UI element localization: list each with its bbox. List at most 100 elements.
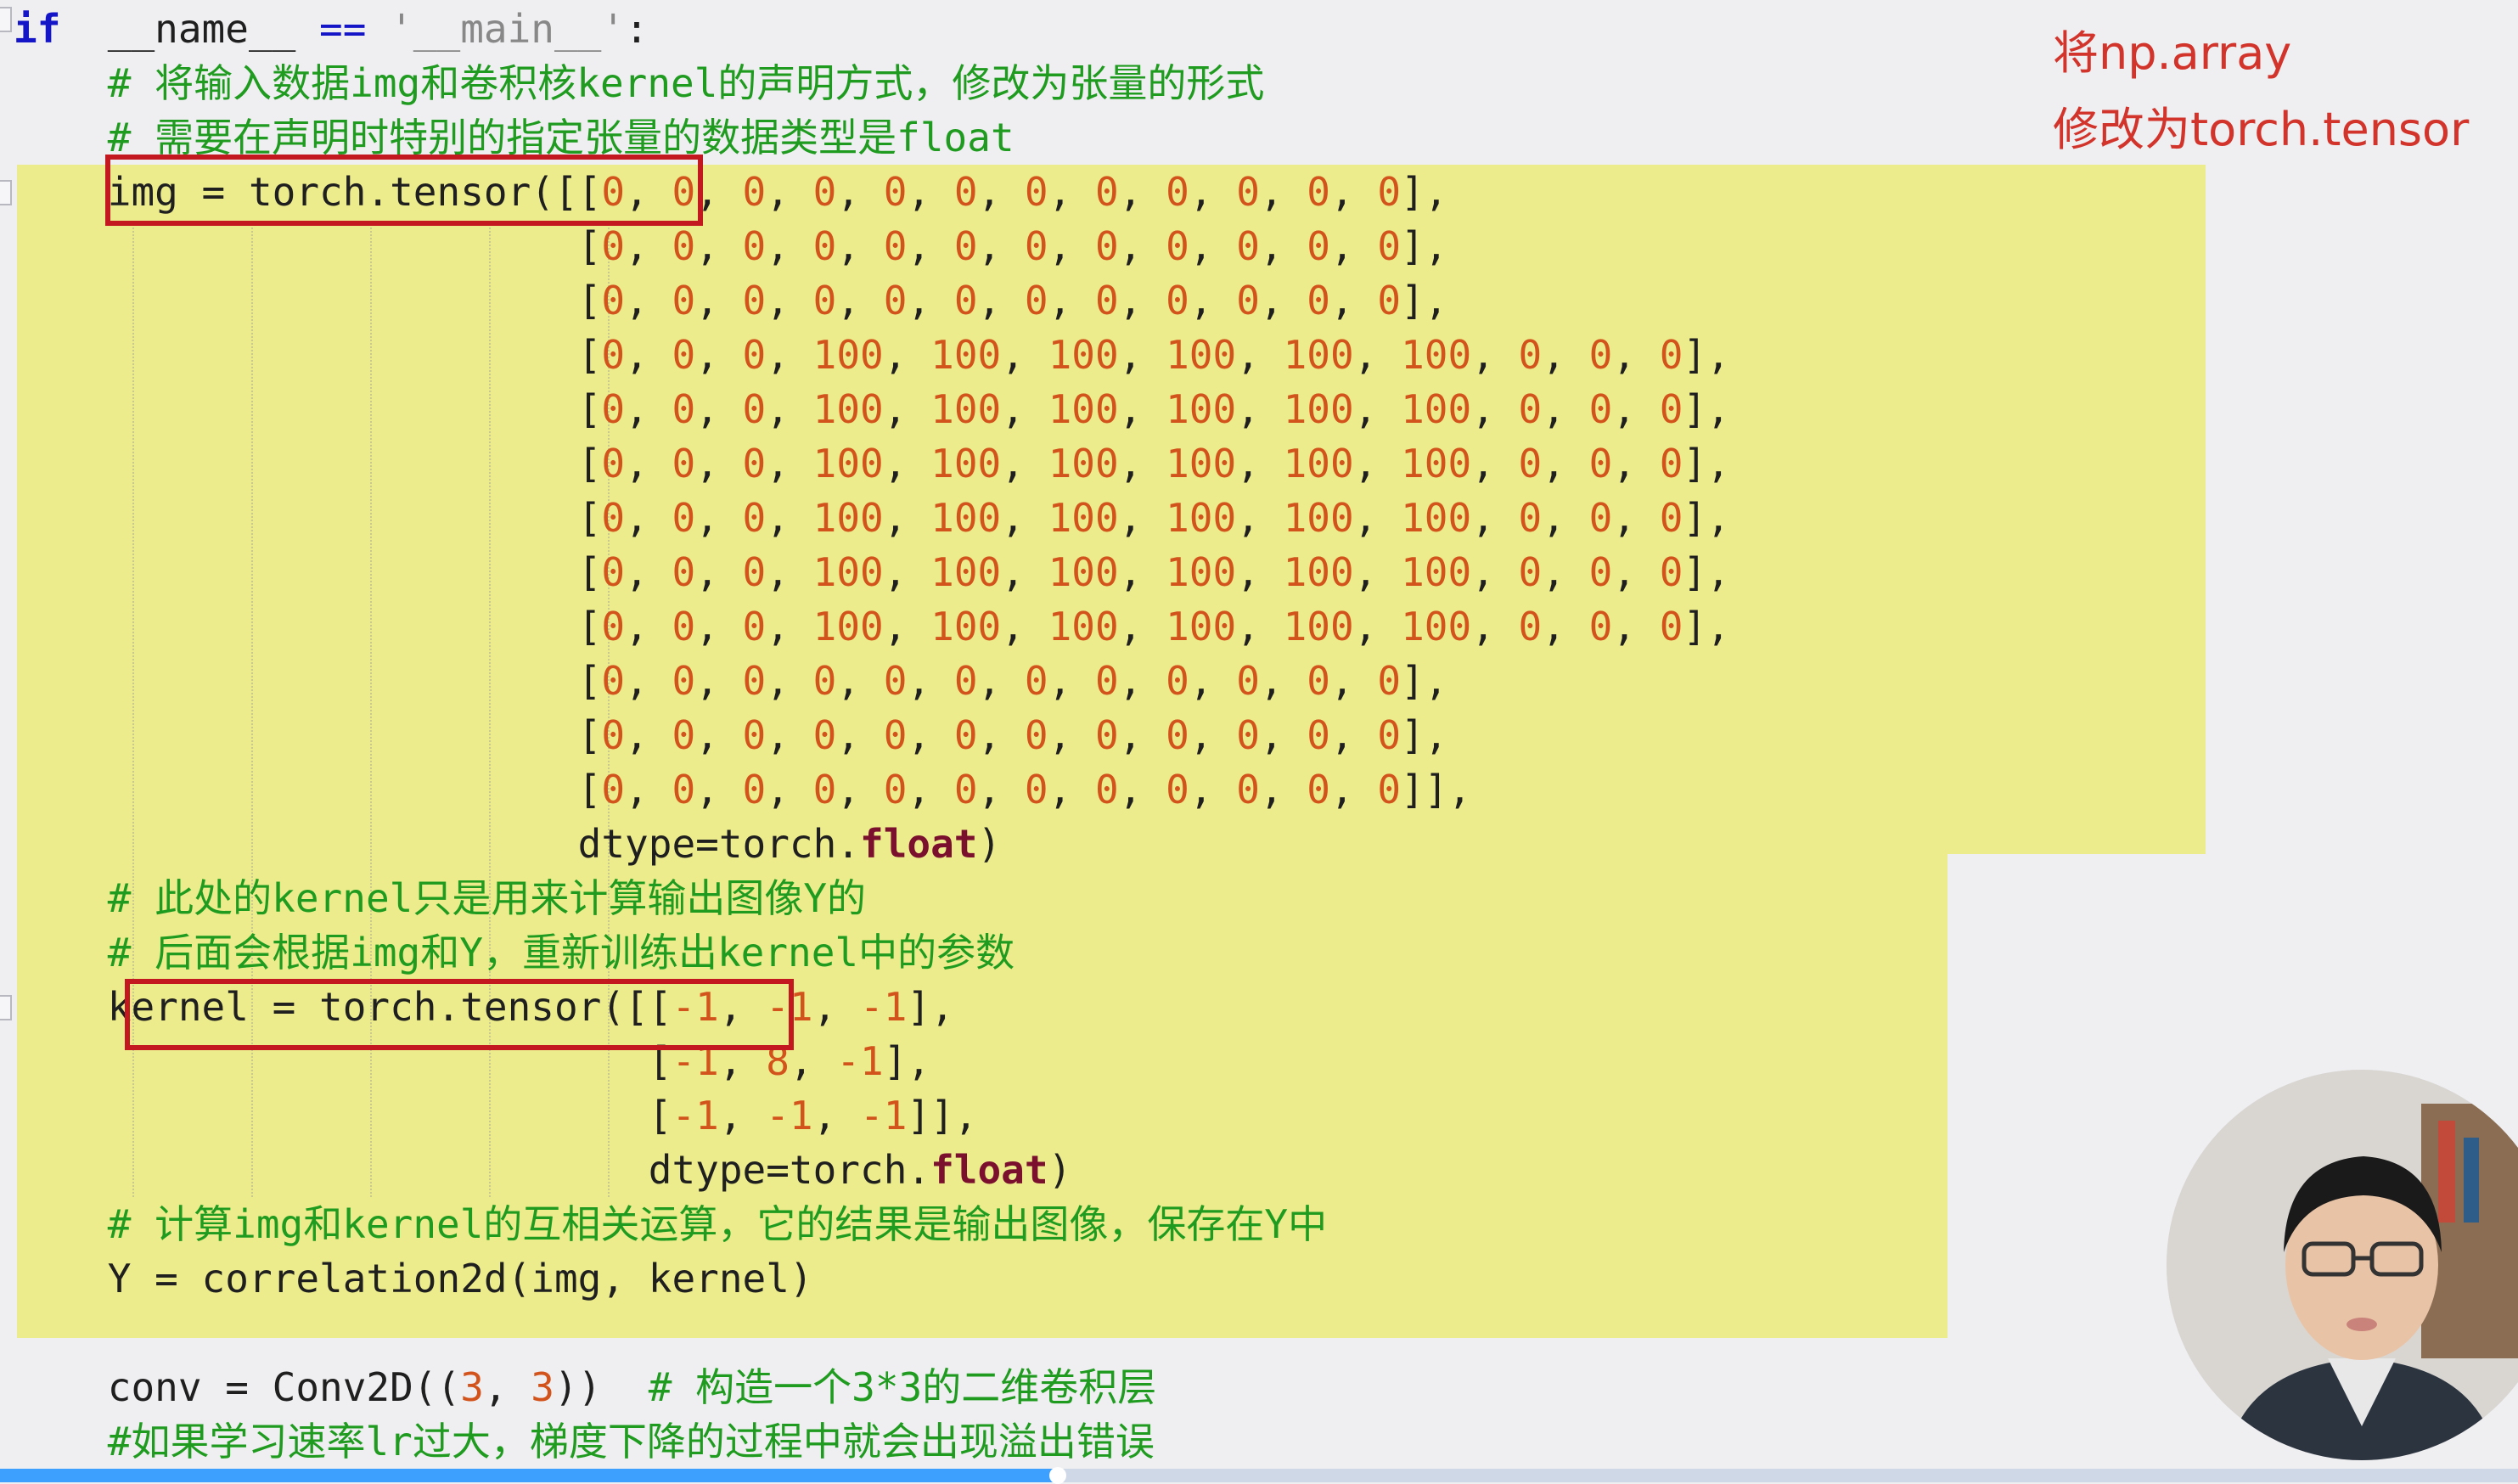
code-line[interactable]: if __name__ == '__main__':: [14, 2, 649, 56]
code-token: 100: [1166, 604, 1237, 649]
code-token: 0: [883, 712, 908, 758]
code-token: 0: [1236, 767, 1260, 812]
code-line[interactable]: [0, 0, 0, 100, 100, 100, 100, 100, 100, …: [14, 436, 1730, 491]
code-token: ,: [1542, 604, 1589, 649]
code-token: ,: [907, 767, 954, 812]
code-line[interactable]: [0, 0, 0, 0, 0, 0, 0, 0, 0, 0, 0, 0],: [14, 219, 1448, 273]
code-token: 0: [742, 549, 767, 595]
code-token: ,: [1471, 495, 1519, 541]
code-line[interactable]: [0, 0, 0, 0, 0, 0, 0, 0, 0, 0, 0, 0]],: [14, 762, 1472, 817]
code-line[interactable]: [0, 0, 0, 100, 100, 100, 100, 100, 100, …: [14, 491, 1730, 545]
code-token: ,: [1001, 495, 1048, 541]
code-token: 0: [953, 712, 978, 758]
code-token: 100: [1283, 441, 1354, 486]
code-token: [: [14, 712, 602, 758]
code-token: ,: [907, 278, 954, 323]
code-token: 0: [1307, 223, 1330, 269]
code-token: 0: [601, 332, 626, 378]
code-line[interactable]: # 计算img和kernel的互相关运算，它的结果是输出图像，保存在Y中: [14, 1197, 1327, 1251]
code-token: 0: [1166, 658, 1189, 704]
fold-marker[interactable]: [0, 180, 12, 205]
code-token: ],: [1683, 549, 1730, 595]
code-token: Y = correlation2d(img, kernel): [14, 1256, 813, 1301]
code-token: '__main__': [366, 6, 626, 52]
code-line[interactable]: # 后面会根据img和Y，重新训练出kernel中的参数: [14, 925, 1015, 980]
code-token: 3: [531, 1364, 554, 1410]
code-token: ],: [1683, 386, 1730, 432]
code-token: 0: [1236, 712, 1260, 758]
code-line[interactable]: Y = correlation2d(img, kernel): [14, 1251, 813, 1306]
code-token: 0: [601, 223, 626, 269]
video-progress-fill: [0, 1469, 1058, 1482]
code-token: 0: [1024, 223, 1048, 269]
code-token: ,: [766, 549, 813, 595]
code-token: 0: [1024, 278, 1048, 323]
code-token: 0: [883, 223, 908, 269]
code-line[interactable]: dtype=torch.float): [14, 817, 1002, 871]
code-line[interactable]: [0, 0, 0, 0, 0, 0, 0, 0, 0, 0, 0, 0],: [14, 654, 1448, 708]
code-token: ],: [1401, 712, 1448, 758]
code-line[interactable]: [0, 0, 0, 100, 100, 100, 100, 100, 100, …: [14, 545, 1730, 599]
code-line[interactable]: [0, 0, 0, 100, 100, 100, 100, 100, 100, …: [14, 328, 1730, 382]
code-token: ,: [695, 767, 743, 812]
code-token: ,: [1471, 386, 1519, 432]
code-token: ],: [1401, 278, 1448, 323]
code-token: ,: [625, 712, 672, 758]
code-token: ,: [1048, 712, 1096, 758]
code-token: 0: [1588, 604, 1613, 649]
code-token: ,: [625, 441, 672, 486]
code-token: ,: [1118, 332, 1166, 378]
code-token: # 此处的kernel只是用来计算输出图像Y的: [14, 875, 867, 921]
code-token: ,: [1542, 441, 1589, 486]
code-token: ,: [695, 712, 743, 758]
code-token: ,: [907, 712, 954, 758]
video-progress-bar[interactable]: [0, 1467, 2518, 1484]
code-token: -1: [672, 1093, 719, 1138]
code-line[interactable]: conv = Conv2D((3, 3)) # 构造一个3*3的二维卷积层: [14, 1360, 1157, 1414]
fold-marker[interactable]: [0, 7, 12, 32]
code-token: ,: [1259, 278, 1307, 323]
code-token: 0: [1588, 441, 1613, 486]
code-token: 0: [1236, 278, 1260, 323]
code-line[interactable]: [0, 0, 0, 100, 100, 100, 100, 100, 100, …: [14, 599, 1730, 654]
fold-marker[interactable]: [0, 995, 12, 1020]
code-line[interactable]: # 此处的kernel只是用来计算输出图像Y的: [14, 871, 866, 925]
code-token: ,: [695, 549, 743, 595]
code-token: ,: [766, 441, 813, 486]
code-token: ,: [1612, 495, 1660, 541]
code-token: -1: [860, 984, 908, 1030]
code-token: ,: [1189, 223, 1237, 269]
code-line[interactable]: [0, 0, 0, 0, 0, 0, 0, 0, 0, 0, 0, 0],: [14, 708, 1448, 762]
code-token: ,: [977, 712, 1025, 758]
code-line[interactable]: # 将输入数据img和卷积核kernel的声明方式，修改为张量的形式: [14, 56, 1265, 110]
code-token: ,: [625, 658, 672, 704]
code-token: ,: [695, 604, 743, 649]
code-token: 0: [1307, 278, 1330, 323]
code-token: ,: [1330, 223, 1378, 269]
code-line[interactable]: [0, 0, 0, 0, 0, 0, 0, 0, 0, 0, 0, 0],: [14, 273, 1448, 328]
code-token: 0: [1166, 169, 1189, 215]
code-token: ,: [1612, 549, 1660, 595]
code-token: 100: [1283, 386, 1354, 432]
code-token: ,: [1001, 604, 1048, 649]
code-line[interactable]: [-1, -1, -1]],: [14, 1088, 978, 1143]
code-token: 0: [672, 332, 696, 378]
code-token: 100: [1283, 495, 1354, 541]
code-token: 0: [812, 658, 837, 704]
code-token: [: [14, 658, 602, 704]
code-token: 100: [1401, 441, 1472, 486]
code-token: 0: [742, 223, 767, 269]
code-token: ,: [766, 712, 813, 758]
code-token: 0: [1659, 386, 1683, 432]
code-editor[interactable]: if __name__ == '__main__': # 将输入数据img和卷积…: [0, 0, 2518, 1482]
code-line[interactable]: dtype=torch.float): [14, 1143, 1072, 1197]
code-token: [: [14, 1093, 672, 1138]
code-token: 100: [1401, 604, 1472, 649]
code-token: 0: [1095, 278, 1119, 323]
code-token: 100: [1283, 332, 1354, 378]
code-line[interactable]: [0, 0, 0, 100, 100, 100, 100, 100, 100, …: [14, 382, 1730, 436]
video-progress-thumb[interactable]: [1048, 1467, 1066, 1484]
code-token: 0: [601, 278, 626, 323]
code-token: 0: [742, 169, 767, 215]
code-line[interactable]: #如果学习速率lr过大，梯度下降的过程中就会出现溢出错误: [14, 1414, 1155, 1469]
